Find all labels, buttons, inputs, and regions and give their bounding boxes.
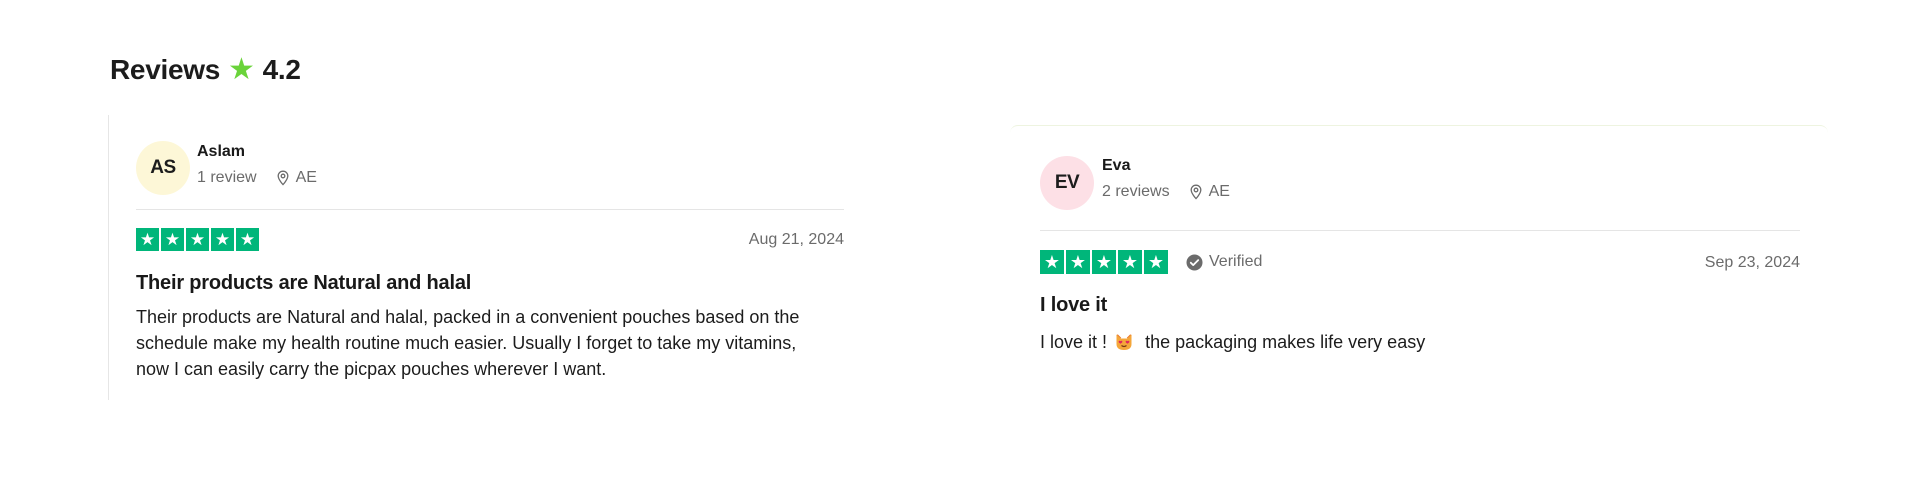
star-icon: ★ <box>211 228 234 251</box>
page-title: Reviews ★ 4.2 <box>110 54 301 86</box>
reviewer-header: AS Aslam 1 review AE <box>136 141 317 195</box>
rating-row: ★ ★ ★ ★ ★ <box>136 228 259 251</box>
divider <box>136 209 844 210</box>
reviewer-info: Aslam 1 review AE <box>197 143 317 187</box>
star-icon: ★ <box>1144 250 1168 274</box>
avatar-initials: AS <box>150 157 176 178</box>
star-icon: ★ <box>236 228 259 251</box>
divider <box>1040 230 1800 231</box>
reviewer-header: EV Eva 2 reviews AE <box>1040 156 1230 210</box>
review-count: 1 review <box>197 169 257 186</box>
rating-row: ★ ★ ★ ★ ★ Verified <box>1040 250 1262 274</box>
star-icon: ★ <box>1118 250 1142 274</box>
reviewer-meta: 2 reviews AE <box>1102 183 1230 201</box>
review-card: AS Aslam 1 review AE ★ ★ ★ ★ ★ Aug 21, 2… <box>108 115 864 400</box>
star-icon: ★ <box>1040 250 1064 274</box>
reviewer-meta: 1 review AE <box>197 169 317 187</box>
verified-label: Verified <box>1209 253 1263 270</box>
review-title[interactable]: I love it <box>1040 294 1107 317</box>
review-body: Their products are Natural and halal, pa… <box>136 304 856 382</box>
star-icon: ★ <box>227 53 255 86</box>
review-body: I love it ! the packaging makes life ver… <box>1040 329 1800 355</box>
reviewer-info: Eva 2 reviews AE <box>1102 157 1230 201</box>
heart-eyes-cat-emoji-icon <box>1114 332 1134 352</box>
reviewer-name[interactable]: Eva <box>1102 157 1230 175</box>
review-date: Sep 23, 2024 <box>1704 254 1800 271</box>
review-body-line: schedule make my health routine much eas… <box>136 333 797 353</box>
star-icon: ★ <box>161 228 184 251</box>
reviewer-name[interactable]: Aslam <box>197 143 317 161</box>
star-rating: ★ ★ ★ ★ ★ <box>136 228 259 251</box>
star-rating: ★ ★ ★ ★ ★ <box>1040 250 1168 274</box>
avatar[interactable]: AS <box>136 141 190 195</box>
avatar[interactable]: EV <box>1040 156 1094 210</box>
review-title[interactable]: Their products are Natural and halal <box>136 272 471 295</box>
star-icon: ★ <box>1066 250 1090 274</box>
check-circle-icon <box>1186 254 1203 271</box>
reviewer-location: AE <box>295 169 317 186</box>
review-count: 2 reviews <box>1102 183 1170 200</box>
avatar-initials: EV <box>1054 172 1080 193</box>
review-card: EV Eva 2 reviews AE ★ ★ ★ ★ ★ Verified S… <box>1010 125 1828 365</box>
location-pin-icon <box>1189 184 1203 200</box>
review-date: Aug 21, 2024 <box>748 231 844 248</box>
review-body-text: I love it ! <box>1040 332 1108 352</box>
reviewer-location: AE <box>1208 183 1230 200</box>
review-body-text: the packaging makes life very easy <box>1145 332 1426 352</box>
verified-badge[interactable]: Verified <box>1186 253 1262 271</box>
review-body-line: now I can easily carry the picpax pouche… <box>136 359 607 379</box>
overall-rating: 4.2 <box>262 54 301 85</box>
location-pin-icon <box>276 170 290 186</box>
page-title-text: Reviews <box>110 54 220 85</box>
star-icon: ★ <box>186 228 209 251</box>
review-body-line: Their products are Natural and halal, pa… <box>136 307 800 327</box>
star-icon: ★ <box>1092 250 1116 274</box>
star-icon: ★ <box>136 228 159 251</box>
